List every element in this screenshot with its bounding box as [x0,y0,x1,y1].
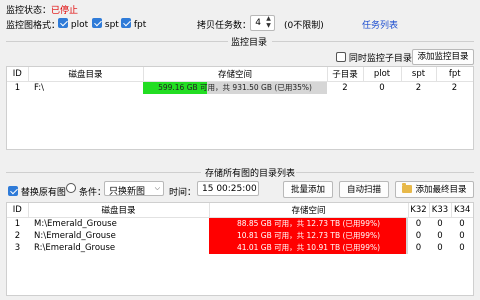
checkbox-checked-icon [121,18,131,28]
cell-id: 1 [14,218,21,229]
col-header-id[interactable]: ID [7,67,29,82]
divider [296,172,474,173]
col-header-fpt[interactable]: fpt [436,67,473,82]
cell-k32: 0 [415,230,422,241]
col-header-space[interactable]: 存储空间 [209,203,409,218]
cell-spt: 2 [415,82,422,93]
add-monitor-dir-button[interactable]: 添加监控目录 [412,49,474,65]
checkbox-checked-icon [92,18,102,28]
monitor-dir-table-panel: ID 磁盘目录 存储空间 子目录 plot spt fpt 1 F:\ 599.… [6,66,474,150]
time-label: 时间： [169,188,197,198]
copy-tasks-label: 拷贝任务数： [197,21,252,31]
checkbox-checked-icon [8,186,18,196]
monitor-dir-title: 监控目录 [231,38,268,48]
col-header-dir[interactable]: 磁盘目录 [28,203,210,218]
divider [272,41,474,42]
status-label: 监控状态： [6,6,52,16]
storage-bar: 599.16 GB 可用，共 931.50 GB (已用35%) [143,81,327,94]
cell-dir: M:\Emerald_Grouse [34,218,117,229]
replace-checkbox[interactable]: 替换原有图 [8,185,66,198]
cell-space: 599.16 GB 可用，共 931.50 GB (已用35%) [143,81,327,94]
monitor-dir-table: ID 磁盘目录 存储空间 子目录 plot spt fpt 1 F:\ 599.… [7,67,473,94]
cell-subdir: 2 [342,82,348,93]
format-row: 监控图格式： [6,18,60,31]
cell-id: 1 [14,82,21,93]
col-header-space[interactable]: 存储空间 [143,67,328,82]
cell-k33: 0 [437,242,443,253]
checkbox-unchecked-icon [336,52,346,62]
chevron-down-icon: ⌵ [154,184,160,192]
col-header-dir[interactable]: 磁盘目录 [28,67,144,82]
cell-space: 88.85 GB 可用，共 12.73 TB (已用99%) [209,217,408,230]
table-row[interactable]: 3 R:\Emerald_Grouse 41.01 GB 可用，共 10.91 … [7,241,473,254]
col-header-k32[interactable]: K32 [408,203,430,218]
cell-k34: 0 [459,218,465,229]
cell-k34: 0 [459,242,465,253]
cell-dir: F:\ [34,82,44,93]
col-header-subdir[interactable]: 子目录 [327,67,364,82]
col-header-k33[interactable]: K33 [429,203,452,218]
col-header-k34[interactable]: K34 [451,203,473,218]
status-value: 已停止 [51,6,79,16]
copy-tasks-hint: (0不限制) [284,21,324,31]
storage-bar-text: 41.01 GB 可用，共 10.91 TB (已用99%) [236,242,381,252]
cell-dir: N:\Emerald_Grouse [34,230,116,241]
table-row[interactable]: 2 N:\Emerald_Grouse 10.81 GB 可用，共 12.73 … [7,229,473,242]
format-spt-checkbox[interactable]: spt [92,18,119,30]
cell-id: 3 [14,242,21,253]
storage-table: ID 磁盘目录 存储空间 K32 K33 K34 1 M:\Emerald_Gr… [7,203,473,254]
cell-k34: 0 [459,230,465,241]
storage-bar-text: 10.81 GB 可用，共 12.73 TB (已用99%) [236,230,381,240]
storage-bar: 88.85 GB 可用，共 12.73 TB (已用99%) [209,217,408,230]
condition-select[interactable]: 只换新图 ⌵ [104,181,164,197]
storage-bar: 41.01 GB 可用，共 10.91 TB (已用99%) [209,241,408,254]
cell-id: 2 [14,230,21,241]
storage-bar: 10.81 GB 可用，共 12.73 TB (已用99%) [209,229,408,242]
divider [6,41,228,42]
format-fpt-checkbox[interactable]: fpt [121,18,146,30]
time-input[interactable]: 15 00:25:00 [197,181,259,196]
col-header-id[interactable]: ID [7,203,29,218]
col-header-plot[interactable]: plot [363,67,402,82]
cell-space: 10.81 GB 可用，共 12.73 TB (已用99%) [209,229,408,242]
storage-title: 存储所有图的目录列表 [205,169,296,179]
format-plot-checkbox[interactable]: plot [58,18,88,30]
cell-k32: 0 [415,242,422,253]
cell-plot: 0 [379,82,385,93]
cell-k32: 0 [415,218,422,229]
spin-arrows-icon[interactable]: ▲ ▼ [263,15,274,30]
add-final-dir-button[interactable]: 添加最终目录 [395,181,474,198]
checkbox-checked-icon [58,18,68,28]
divider [6,172,201,173]
copy-tasks-spinbox[interactable]: 4 ▲ ▼ [250,15,275,31]
table-row[interactable]: 1 M:\Emerald_Grouse 88.85 GB 可用，共 12.73 … [7,217,473,230]
storage-bar-text: 88.85 GB 可用，共 12.73 TB (已用99%) [236,218,381,228]
col-header-spt[interactable]: spt [401,67,437,82]
radio-dot-icon [69,186,73,190]
cell-k33: 0 [437,218,443,229]
storage-bar-text: 599.16 GB 可用，共 931.50 GB (已用35%) [158,82,312,92]
cell-dir: R:\Emerald_Grouse [34,242,116,253]
condition-label: 条件： [79,188,107,198]
table-row[interactable]: 1 F:\ 599.16 GB 可用，共 931.50 GB (已用35%) 2… [7,81,473,94]
table-header-row: ID 磁盘目录 存储空间 子目录 plot spt fpt [7,67,473,82]
status-row: 监控状态：已停止 [6,3,78,16]
auto-scan-button[interactable]: 自动扫描 [339,181,389,198]
cell-space: 41.01 GB 可用，共 10.91 TB (已用99%) [209,241,408,254]
batch-add-button[interactable]: 批量添加 [283,181,333,198]
task-list-link[interactable]: 任务列表 [362,18,398,31]
format-label: 监控图格式： [6,21,61,31]
storage-table-panel: ID 磁盘目录 存储空间 K32 K33 K34 1 M:\Emerald_Gr… [6,202,474,296]
condition-radio[interactable] [66,183,76,193]
folder-icon [402,183,413,193]
cell-k33: 0 [437,230,443,241]
table-header-row: ID 磁盘目录 存储空间 K32 K33 K34 [7,203,473,218]
sub-monitor-checkbox[interactable]: 同时监控子目录 [336,51,412,64]
cell-fpt: 2 [451,82,458,93]
